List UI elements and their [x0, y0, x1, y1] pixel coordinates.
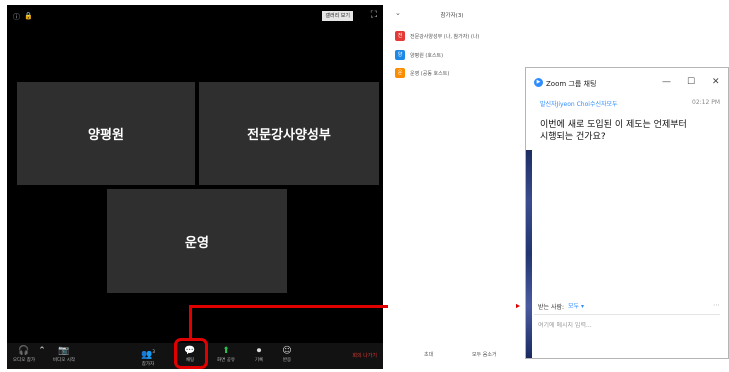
- chat-window: ▶ Zoom 그룹 채팅 — ☐ ✕ 발신자Jiyeon Choi수신자모두 0…: [525, 67, 729, 359]
- close-icon[interactable]: ✕: [712, 77, 720, 87]
- gallery-view-button[interactable]: 갤러리 보기: [322, 11, 353, 21]
- chevron-up-icon: ⌃: [38, 346, 46, 356]
- meeting-window: ⓘ 🔒 갤러리 보기 ⛶ 양평원 전문강사양성부 운영 🎧 오디오 참가 ⌃ 📷…: [7, 5, 383, 369]
- message-input[interactable]: [538, 322, 718, 329]
- video-tile[interactable]: 운영: [107, 189, 287, 293]
- minimize-icon[interactable]: —: [662, 77, 671, 87]
- participant-item[interactable]: 운 운영 (공동 호스트): [395, 68, 515, 79]
- record-button[interactable]: ⏺ 기록: [249, 346, 269, 365]
- recipient-dropdown[interactable]: 모두 ▾: [568, 301, 584, 310]
- chat-window-title: Zoom 그룹 채팅: [546, 80, 597, 88]
- recipient-label: 받는 사람:: [538, 304, 565, 311]
- more-options-icon[interactable]: ⋯: [713, 301, 720, 309]
- share-screen-button[interactable]: ⬆ 화면 공유: [213, 346, 239, 365]
- participants-title: 참가자(3): [440, 13, 464, 19]
- arrow-vertical-line: [189, 306, 192, 339]
- participants-icon: 👥3: [141, 349, 155, 360]
- background-strip: [526, 150, 532, 358]
- invite-button[interactable]: 초대: [424, 351, 433, 358]
- chat-message: 이번에 새로 도입된 이 제도는 언제부터 시행되는 건가요?: [540, 120, 687, 142]
- video-tile[interactable]: 양평원: [17, 82, 195, 185]
- message-sender: 발신자Jiyeon Choi수신자모두: [540, 101, 618, 108]
- participant-name: 전문강사양성부 (나, 참가자) (나): [410, 34, 480, 40]
- record-icon: ⏺: [256, 346, 262, 356]
- info-icon[interactable]: ⓘ: [13, 12, 20, 22]
- participant-item[interactable]: 전 전문강사양성부 (나, 참가자) (나): [395, 31, 515, 42]
- avatar: 양: [395, 50, 405, 60]
- video-off-icon: 📷: [58, 346, 70, 356]
- security-lock-icon[interactable]: 🔒: [24, 12, 33, 20]
- fullscreen-icon[interactable]: ⛶: [371, 10, 377, 20]
- zoom-logo-icon: ▶: [534, 78, 543, 87]
- message-time: 02:12 PM: [692, 99, 720, 106]
- mute-all-button[interactable]: 모두 음소거: [472, 351, 497, 358]
- chat-button-highlight: [174, 338, 208, 369]
- participants-button[interactable]: 👥3 참가자: [137, 346, 159, 369]
- meeting-top-bar: ⓘ 🔒 갤러리 보기 ⛶: [7, 5, 383, 27]
- maximize-icon[interactable]: ☐: [687, 77, 695, 87]
- share-screen-icon: ⬆: [222, 346, 230, 356]
- start-video-button[interactable]: 📷 비디오 시작: [49, 346, 79, 365]
- leave-meeting-button[interactable]: 회의 나가기: [352, 352, 377, 359]
- participant-name: 양평원 (호스트): [410, 53, 444, 59]
- participant-item[interactable]: 양 양평원 (호스트): [395, 50, 515, 61]
- headphones-icon: 🎧: [18, 346, 30, 356]
- avatar: 운: [395, 68, 405, 78]
- reactions-button[interactable]: ☺ 반응: [277, 346, 297, 365]
- divider: [534, 314, 720, 315]
- participant-name: 운영 (공동 호스트): [410, 71, 450, 77]
- avatar: 전: [395, 31, 405, 41]
- join-audio-button[interactable]: 🎧 오디오 참가: [11, 346, 37, 365]
- audio-options-chevron[interactable]: ⌃: [37, 346, 47, 357]
- participants-panel: ⌄ 참가자(3) 전 전문강사양성부 (나, 참가자) (나) 양 양평원 (호…: [388, 5, 516, 367]
- video-tile[interactable]: 전문강사양성부: [199, 82, 379, 185]
- reactions-icon: ☺: [282, 346, 292, 356]
